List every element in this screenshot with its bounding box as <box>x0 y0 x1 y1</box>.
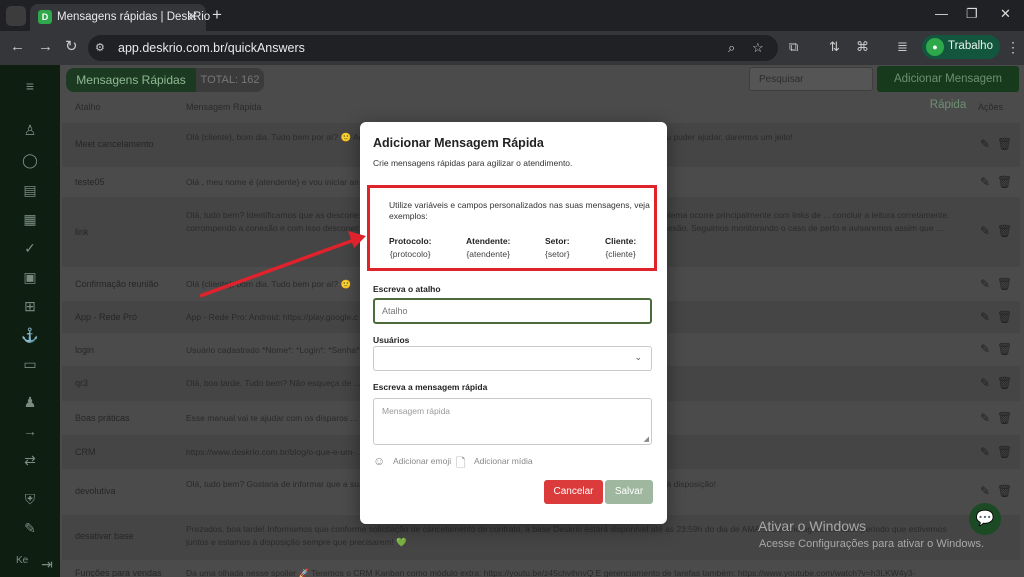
chat-bubble-icon[interactable]: 💬 <box>969 503 1001 535</box>
activation-watermark-text: Acesse Configurações para ativar o Windo… <box>759 538 984 550</box>
annotation-arrow <box>199 231 366 298</box>
arrow-shaft <box>199 238 355 298</box>
activation-watermark-title: Ativar o Windows <box>758 518 867 534</box>
